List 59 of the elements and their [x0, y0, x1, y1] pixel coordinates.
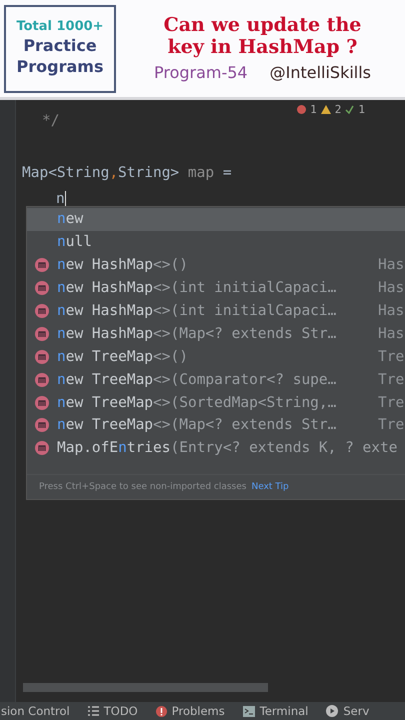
error-icon — [297, 105, 306, 114]
terminal-icon — [242, 706, 255, 716]
method-icon — [35, 326, 49, 341]
badge-text: Total 1000+ — [16, 19, 104, 36]
completion-item[interactable]: new HashMap<>() Has — [27, 254, 405, 277]
method-icon — [35, 281, 49, 296]
tool-window-button[interactable]: Serv — [326, 704, 370, 718]
return-type: Tre — [378, 372, 405, 388]
play-icon — [326, 705, 338, 717]
return-type: Has — [378, 280, 405, 296]
completion-item[interactable]: new TreeMap<>() Tre — [27, 345, 405, 368]
badge-text: Practice — [23, 36, 97, 57]
method-icon — [35, 396, 49, 410]
program-label: Program-54 — [154, 62, 248, 82]
completion-item[interactable]: new TreeMap<>(Comparator<? supe… Tre — [27, 368, 405, 392]
completion-item[interactable]: new HashMap<>(Map<? extends Str… Has — [27, 322, 405, 346]
inspection-count[interactable]: 1 — [310, 103, 317, 116]
return-type: Has — [378, 303, 405, 319]
inspection-count[interactable]: 2 — [334, 103, 342, 116]
code-operator: = — [222, 165, 232, 181]
completion-item[interactable]: new TreeMap<>(SortedMap<String,… Tre — [27, 391, 405, 414]
completion-item[interactable]: new — [27, 208, 405, 231]
warning-icon — [320, 105, 331, 114]
tool-window-button[interactable]: Terminal — [242, 704, 308, 718]
list-icon — [88, 706, 99, 716]
code-type: String> — [118, 165, 180, 181]
scrollbar[interactable] — [23, 683, 268, 692]
badge-text: Programs — [16, 56, 104, 78]
return-type: Tre — [378, 394, 405, 411]
inspection-count[interactable]: 1 — [358, 103, 365, 116]
return-type: Tre — [378, 348, 405, 365]
tip-text: Press Ctrl+Space to see non-imported classes — [39, 482, 246, 492]
completion-item[interactable]: new HashMap<>(int initialCapaci… Has — [27, 300, 405, 322]
method-icon — [35, 350, 49, 364]
headline: key in HashMap ? — [168, 37, 358, 59]
completion-item[interactable]: Map.ofEntries(Entry<? extends K, ? exte — [27, 436, 405, 460]
channel-handle: @IntelliSkills — [270, 62, 372, 82]
completion-item[interactable]: null — [27, 230, 405, 254]
method-icon — [35, 372, 49, 387]
return-type: Has — [378, 257, 405, 274]
method-icon — [35, 258, 49, 272]
code-comma: , — [109, 165, 118, 181]
check-icon — [345, 105, 354, 114]
code-type: Map<String — [22, 165, 110, 181]
method-icon — [35, 441, 49, 456]
headline: Can we update the — [164, 15, 362, 37]
return-type: Tre — [378, 417, 405, 434]
error-icon — [156, 706, 167, 716]
code-comment: */ — [42, 113, 60, 129]
next-tip-link[interactable]: Next Tip — [251, 482, 289, 492]
completion-item[interactable]: new HashMap<>(int initialCapaci… Has — [27, 276, 405, 300]
completion-item[interactable]: new TreeMap<>(Map<? extends Str… Tre — [27, 414, 405, 437]
code-variable: map — [188, 165, 214, 181]
return-type: Has — [378, 326, 405, 342]
method-icon — [35, 304, 49, 318]
method-icon — [35, 418, 49, 432]
tool-window-button[interactable]: TODO — [88, 704, 138, 718]
tool-window-button[interactable]: Problems — [156, 704, 225, 718]
tool-window-button[interactable]: sion Control — [1, 704, 70, 718]
